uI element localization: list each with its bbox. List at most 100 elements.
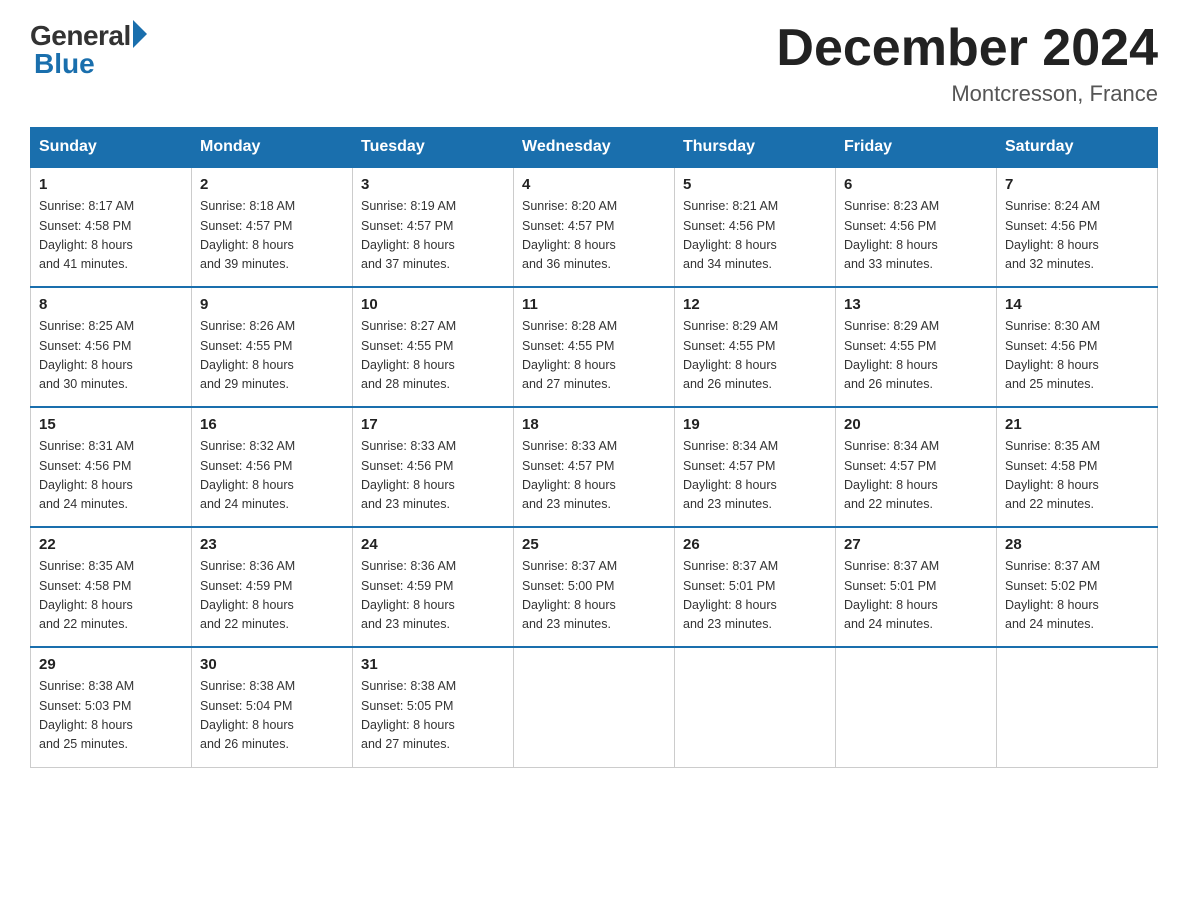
- day-number: 29: [39, 656, 183, 673]
- header-monday: Monday: [192, 128, 353, 168]
- header-tuesday: Tuesday: [353, 128, 514, 168]
- day-info: Sunrise: 8:37 AMSunset: 5:00 PMDaylight:…: [522, 557, 666, 635]
- day-info: Sunrise: 8:21 AMSunset: 4:56 PMDaylight:…: [683, 197, 827, 275]
- day-number: 11: [522, 296, 666, 313]
- day-number: 18: [522, 416, 666, 433]
- day-info: Sunrise: 8:33 AMSunset: 4:57 PMDaylight:…: [522, 437, 666, 515]
- day-info: Sunrise: 8:35 AMSunset: 4:58 PMDaylight:…: [1005, 437, 1149, 515]
- day-number: 25: [522, 536, 666, 553]
- calendar-cell: 30 Sunrise: 8:38 AMSunset: 5:04 PMDayligh…: [192, 647, 353, 767]
- day-number: 8: [39, 296, 183, 313]
- day-info: Sunrise: 8:37 AMSunset: 5:02 PMDaylight:…: [1005, 557, 1149, 635]
- header-saturday: Saturday: [997, 128, 1158, 168]
- day-number: 9: [200, 296, 344, 313]
- day-info: Sunrise: 8:33 AMSunset: 4:56 PMDaylight:…: [361, 437, 505, 515]
- day-number: 14: [1005, 296, 1149, 313]
- day-number: 21: [1005, 416, 1149, 433]
- day-number: 7: [1005, 176, 1149, 193]
- day-info: Sunrise: 8:23 AMSunset: 4:56 PMDaylight:…: [844, 197, 988, 275]
- header-sunday: Sunday: [31, 128, 192, 168]
- day-number: 3: [361, 176, 505, 193]
- calendar-cell: 6 Sunrise: 8:23 AMSunset: 4:56 PMDaylight…: [836, 167, 997, 287]
- calendar-cell: 29 Sunrise: 8:38 AMSunset: 5:03 PMDayligh…: [31, 647, 192, 767]
- day-info: Sunrise: 8:18 AMSunset: 4:57 PMDaylight:…: [200, 197, 344, 275]
- day-number: 22: [39, 536, 183, 553]
- day-number: 15: [39, 416, 183, 433]
- calendar-cell: 2 Sunrise: 8:18 AMSunset: 4:57 PMDaylight…: [192, 167, 353, 287]
- day-number: 16: [200, 416, 344, 433]
- day-info: Sunrise: 8:32 AMSunset: 4:56 PMDaylight:…: [200, 437, 344, 515]
- calendar-week-1: 1Sunrise: 8:17 AMSunset: 4:58 PMDaylight…: [31, 167, 1158, 287]
- logo-blue-text: Blue: [34, 48, 95, 80]
- day-number: 19: [683, 416, 827, 433]
- calendar-cell: 26 Sunrise: 8:37 AMSunset: 5:01 PMDayligh…: [675, 527, 836, 647]
- calendar-cell: 5 Sunrise: 8:21 AMSunset: 4:56 PMDaylight…: [675, 167, 836, 287]
- day-info: Sunrise: 8:24 AMSunset: 4:56 PMDaylight:…: [1005, 197, 1149, 275]
- calendar-cell: 11 Sunrise: 8:28 AMSunset: 4:55 PMDayligh…: [514, 287, 675, 407]
- day-info: Sunrise: 8:29 AMSunset: 4:55 PMDaylight:…: [683, 317, 827, 395]
- location: Montcresson, France: [776, 81, 1158, 107]
- day-number: 4: [522, 176, 666, 193]
- day-info: Sunrise: 8:27 AMSunset: 4:55 PMDaylight:…: [361, 317, 505, 395]
- day-info: Sunrise: 8:29 AMSunset: 4:55 PMDaylight:…: [844, 317, 988, 395]
- month-title: December 2024: [776, 20, 1158, 77]
- day-info: Sunrise: 8:30 AMSunset: 4:56 PMDaylight:…: [1005, 317, 1149, 395]
- day-info: Sunrise: 8:37 AMSunset: 5:01 PMDaylight:…: [683, 557, 827, 635]
- calendar-cell: 12 Sunrise: 8:29 AMSunset: 4:55 PMDayligh…: [675, 287, 836, 407]
- day-number: 27: [844, 536, 988, 553]
- day-info: Sunrise: 8:38 AMSunset: 5:04 PMDaylight:…: [200, 677, 344, 755]
- calendar-cell: 4 Sunrise: 8:20 AMSunset: 4:57 PMDaylight…: [514, 167, 675, 287]
- day-info: Sunrise: 8:31 AMSunset: 4:56 PMDaylight:…: [39, 437, 183, 515]
- calendar-cell: 22 Sunrise: 8:35 AMSunset: 4:58 PMDayligh…: [31, 527, 192, 647]
- day-info: Sunrise: 8:38 AMSunset: 5:05 PMDaylight:…: [361, 677, 505, 755]
- calendar-cell: 23Sunrise: 8:36 AMSunset: 4:59 PMDayligh…: [192, 527, 353, 647]
- day-info: Sunrise: 8:38 AMSunset: 5:03 PMDaylight:…: [39, 677, 183, 755]
- day-info: Sunrise: 8:25 AMSunset: 4:56 PMDaylight:…: [39, 317, 183, 395]
- calendar-cell: 19 Sunrise: 8:34 AMSunset: 4:57 PMDayligh…: [675, 407, 836, 527]
- header-thursday: Thursday: [675, 128, 836, 168]
- day-number: 30: [200, 656, 344, 673]
- calendar-cell: [675, 647, 836, 767]
- calendar-cell: 18 Sunrise: 8:33 AMSunset: 4:57 PMDayligh…: [514, 407, 675, 527]
- calendar-cell: 31 Sunrise: 8:38 AMSunset: 5:05 PMDayligh…: [353, 647, 514, 767]
- day-number: 6: [844, 176, 988, 193]
- calendar-cell: 1Sunrise: 8:17 AMSunset: 4:58 PMDaylight…: [31, 167, 192, 287]
- calendar-cell: 28 Sunrise: 8:37 AMSunset: 5:02 PMDayligh…: [997, 527, 1158, 647]
- calendar-cell: 9Sunrise: 8:26 AMSunset: 4:55 PMDaylight…: [192, 287, 353, 407]
- calendar-cell: 21 Sunrise: 8:35 AMSunset: 4:58 PMDayligh…: [997, 407, 1158, 527]
- day-info: Sunrise: 8:35 AMSunset: 4:58 PMDaylight:…: [39, 557, 183, 635]
- day-info: Sunrise: 8:34 AMSunset: 4:57 PMDaylight:…: [683, 437, 827, 515]
- calendar-cell: 14 Sunrise: 8:30 AMSunset: 4:56 PMDayligh…: [997, 287, 1158, 407]
- day-number: 1: [39, 176, 183, 193]
- calendar-cell: [997, 647, 1158, 767]
- calendar-cell: [514, 647, 675, 767]
- day-number: 23: [200, 536, 344, 553]
- calendar-header-row: SundayMondayTuesdayWednesdayThursdayFrid…: [31, 128, 1158, 168]
- header-friday: Friday: [836, 128, 997, 168]
- calendar-cell: 13 Sunrise: 8:29 AMSunset: 4:55 PMDayligh…: [836, 287, 997, 407]
- day-info: Sunrise: 8:20 AMSunset: 4:57 PMDaylight:…: [522, 197, 666, 275]
- calendar-cell: 10Sunrise: 8:27 AMSunset: 4:55 PMDayligh…: [353, 287, 514, 407]
- calendar-cell: 15 Sunrise: 8:31 AMSunset: 4:56 PMDayligh…: [31, 407, 192, 527]
- calendar-cell: 24 Sunrise: 8:36 AMSunset: 4:59 PMDayligh…: [353, 527, 514, 647]
- calendar-cell: 8 Sunrise: 8:25 AMSunset: 4:56 PMDaylight…: [31, 287, 192, 407]
- day-number: 5: [683, 176, 827, 193]
- day-number: 24: [361, 536, 505, 553]
- day-number: 13: [844, 296, 988, 313]
- day-number: 2: [200, 176, 344, 193]
- day-number: 20: [844, 416, 988, 433]
- calendar-cell: 25 Sunrise: 8:37 AMSunset: 5:00 PMDayligh…: [514, 527, 675, 647]
- calendar-table: SundayMondayTuesdayWednesdayThursdayFrid…: [30, 127, 1158, 768]
- day-info: Sunrise: 8:36 AMSunset: 4:59 PMDaylight:…: [361, 557, 505, 635]
- day-info: Sunrise: 8:28 AMSunset: 4:55 PMDaylight:…: [522, 317, 666, 395]
- day-number: 12: [683, 296, 827, 313]
- calendar-week-2: 8 Sunrise: 8:25 AMSunset: 4:56 PMDaylight…: [31, 287, 1158, 407]
- day-number: 28: [1005, 536, 1149, 553]
- calendar-cell: 27 Sunrise: 8:37 AMSunset: 5:01 PMDayligh…: [836, 527, 997, 647]
- day-info: Sunrise: 8:34 AMSunset: 4:57 PMDaylight:…: [844, 437, 988, 515]
- day-number: 17: [361, 416, 505, 433]
- calendar-week-3: 15 Sunrise: 8:31 AMSunset: 4:56 PMDayligh…: [31, 407, 1158, 527]
- day-info: Sunrise: 8:37 AMSunset: 5:01 PMDaylight:…: [844, 557, 988, 635]
- day-number: 26: [683, 536, 827, 553]
- day-number: 31: [361, 656, 505, 673]
